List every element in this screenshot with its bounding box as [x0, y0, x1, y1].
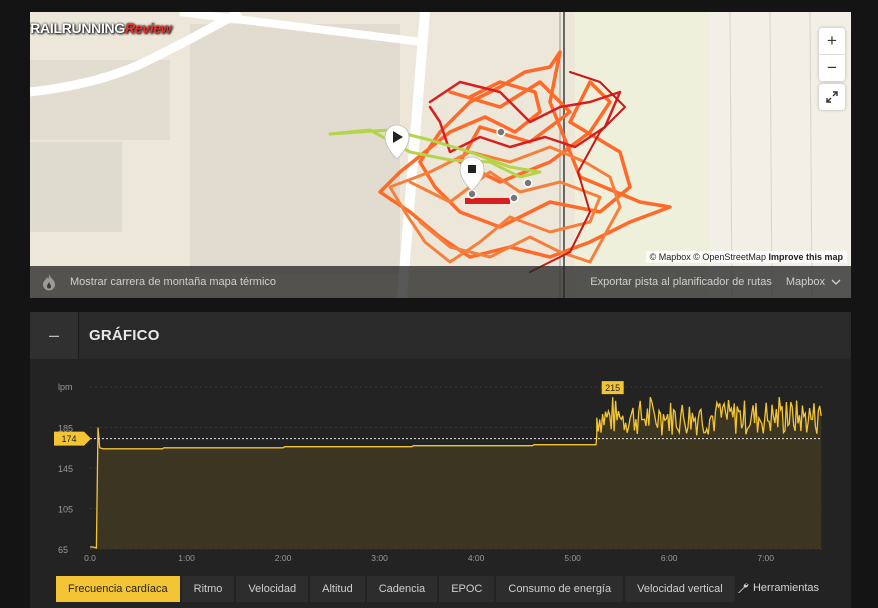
map-style-select[interactable]: Mapbox	[786, 276, 841, 288]
tab-7[interactable]: Velocidad vertical	[625, 576, 735, 602]
x-tick-label: 3:00	[371, 553, 388, 563]
map-block	[190, 24, 400, 274]
x-tick-label: 7:00	[757, 553, 774, 563]
fullscreen-button[interactable]	[819, 84, 845, 110]
average-value: 174	[61, 434, 76, 444]
y-tick-label: 145	[58, 464, 73, 474]
tools-label: Herramientas	[752, 582, 819, 594]
y-tick-label: 105	[58, 505, 73, 515]
map-panel[interactable]: TRAILRUNNINGReview + − © Mapbox © OpenSt…	[30, 12, 851, 298]
x-tick-label: 1:00	[178, 553, 195, 563]
improve-map-link[interactable]: Improve this map	[768, 252, 843, 262]
map-attribution: © Mapbox © OpenStreetMap Improve this ma…	[645, 251, 847, 263]
map-block	[30, 142, 122, 232]
lap-point[interactable]	[496, 127, 506, 137]
flame-icon	[43, 274, 55, 291]
tab-4[interactable]: Cadencia	[366, 576, 438, 602]
lap-point[interactable]	[523, 178, 533, 188]
map-toolbar: Mostrar carrera de montaña mapa térmico …	[30, 266, 851, 298]
route-segment-max	[465, 198, 510, 204]
x-tick-label: 0.0	[84, 553, 96, 563]
tab-3[interactable]: Altitud	[310, 576, 365, 602]
tools-button[interactable]: Herramientas	[737, 582, 819, 594]
zoom-control: + −	[819, 28, 845, 81]
tab-2[interactable]: Velocidad	[236, 576, 309, 602]
series-area	[90, 397, 822, 549]
heart-rate-chart[interactable]: 18514510565lpm0.0 1:00 2:00 3:00 4:00 5:00 6:0…	[30, 359, 851, 571]
wrench-icon	[738, 583, 749, 593]
export-route-link[interactable]: Exportar pista al planificador de rutas	[590, 276, 772, 288]
x-tick-label: 5:00	[564, 553, 581, 563]
map-block	[30, 60, 170, 140]
x-tick-label: 4:00	[468, 553, 485, 563]
tab-5[interactable]: EPOC	[439, 576, 495, 602]
map-style-value: Mapbox	[785, 276, 825, 288]
metric-tabs: Frecuencia cardíaca Ritmo Velocidad Altitud…	[56, 576, 737, 602]
brand-logo: TRAILRUNNINGReview	[30, 20, 172, 36]
graph-panel: – GRÁFICO 185 145 105 65 lpm 0.0 1:00 2:00 3:00 4…	[30, 312, 851, 608]
tab-6[interactable]: Consumo de energía	[496, 576, 624, 602]
heatmap-label: Mostrar carrera de montaña mapa térmico	[70, 276, 277, 288]
x-tick-label: 2:00	[275, 553, 292, 563]
tab-1[interactable]: Ritmo	[181, 576, 235, 602]
heatmap-toggle[interactable]: Mostrar carrera de montaña mapa térmico	[42, 273, 276, 291]
x-tick-label: 6:00	[661, 553, 678, 563]
zoom-in-button[interactable]: +	[819, 28, 845, 54]
stop-icon	[468, 165, 476, 173]
lap-point[interactable]	[509, 193, 519, 203]
attribution-text: © Mapbox © OpenStreetMap	[649, 252, 766, 262]
graph-title: GRÁFICO	[89, 327, 160, 344]
max-value: 215	[605, 383, 620, 393]
graph-header: – GRÁFICO	[30, 312, 851, 359]
expand-icon	[826, 91, 838, 103]
y-tick-label: 65	[58, 545, 68, 555]
y-axis-label: lpm	[58, 382, 73, 392]
zoom-out-button[interactable]: −	[819, 54, 845, 81]
chevron-down-icon	[831, 279, 841, 285]
tab-0[interactable]: Frecuencia cardíaca	[56, 576, 180, 602]
collapse-button[interactable]: –	[30, 312, 79, 359]
